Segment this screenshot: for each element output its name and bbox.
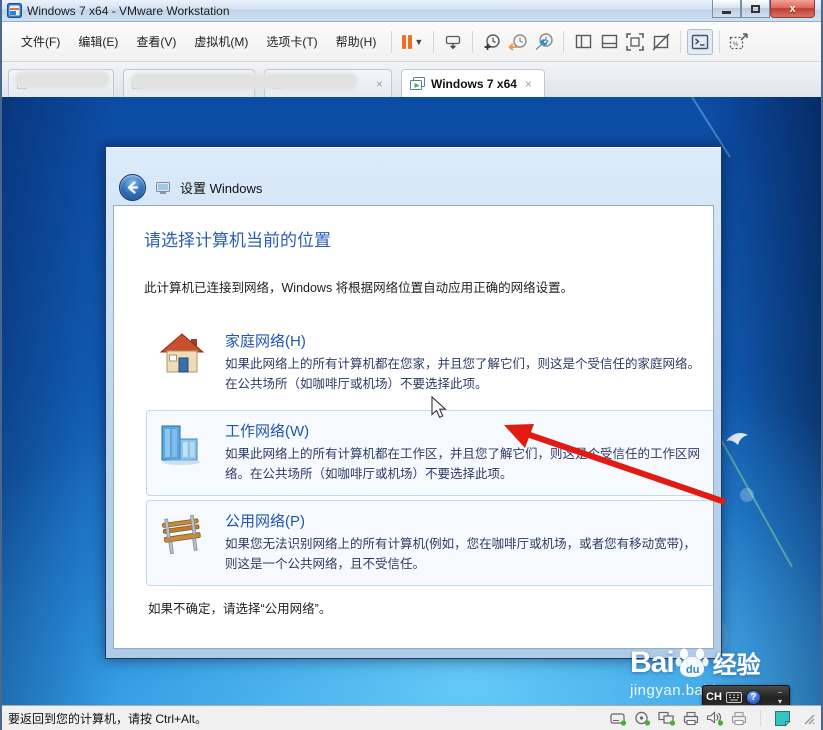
console-view-icon <box>692 34 709 49</box>
free-stretch-icon: % <box>730 32 748 49</box>
vm-running-icon <box>410 76 425 90</box>
toolbar-separator <box>719 30 721 53</box>
snapshot-manager-icon <box>535 32 553 50</box>
svg-text:du: du <box>686 664 699 676</box>
langbar-minimize-button[interactable]: − <box>774 688 786 697</box>
option-home-network[interactable]: 家庭网络(H) 如果此网络上的所有计算机都在您家，并且您了解它们，则这是个受信任… <box>146 320 713 406</box>
revert-snapshot-icon <box>508 33 527 51</box>
vmware-window: Windows 7 x64 - VMware Workstation x 文件(… <box>0 0 823 730</box>
toolbar-separator <box>563 30 565 53</box>
tab-bar: × Windows 7 x64 × <box>2 62 821 97</box>
ctrl-alt-del-icon <box>446 35 461 49</box>
back-arrow-icon <box>127 181 139 194</box>
page-title: 请选择计算机当前的位置 <box>144 231 331 250</box>
footnote-text: 如果不确定，请选择“公用网络”。 <box>148 602 332 616</box>
intro-text: 此计算机已连接到网络，Windows 将根据网络位置自动应用正确的网络设置。 <box>144 281 574 295</box>
statusbar-separator <box>760 710 761 726</box>
vmware-app-icon <box>7 3 22 18</box>
ime-help-button[interactable]: ? <box>745 689 761 705</box>
dialog-title: 设置 Windows <box>180 181 263 196</box>
option-description: 如果此网络上的所有计算机都在您家，并且您了解它们，则这是个受信任的家庭网络。在公… <box>225 357 701 391</box>
office-buildings-icon <box>161 425 200 465</box>
network-adapter-icon[interactable] <box>658 711 676 726</box>
revert-snapshot-button[interactable] <box>505 29 531 55</box>
console-view-button[interactable] <box>687 28 714 55</box>
pause-icon <box>408 34 413 49</box>
toolbar-separator <box>391 30 393 53</box>
option-description: 如果您无法识别网络上的所有计算机(例如，您在咖啡厅或机场，或者您有移动宽带)，则… <box>225 537 696 571</box>
pause-icon <box>402 34 407 49</box>
language-bar[interactable]: CH ? − ▾ <box>702 685 790 705</box>
setup-windows-icon <box>156 181 170 194</box>
resize-grip[interactable] <box>801 711 815 725</box>
free-stretch-button[interactable]: % <box>726 29 752 55</box>
message-note-icon[interactable] <box>774 710 791 727</box>
menu-edit[interactable]: 编辑(E) <box>69 28 127 55</box>
vm-console-screen[interactable]: 设置 Windows 请选择计算机当前的位置 此计算机已连接到网络，Window… <box>2 97 821 705</box>
unity-mode-button[interactable] <box>648 29 674 55</box>
setup-windows-dialog: 设置 Windows 请选择计算机当前的位置 此计算机已连接到网络，Window… <box>105 146 722 659</box>
take-snapshot-icon <box>484 33 500 50</box>
hard-disk-icon[interactable] <box>610 711 627 726</box>
toolbar-separator <box>680 30 682 53</box>
house-icon <box>159 333 205 373</box>
printer-icon[interactable] <box>683 711 699 726</box>
menu-help[interactable]: 帮助(H) <box>327 28 386 55</box>
minimize-button[interactable] <box>712 0 741 18</box>
show-thumbnail-bar-button[interactable] <box>596 29 622 55</box>
toolbar-separator <box>433 30 435 53</box>
title-bar: Windows 7 x64 - VMware Workstation x <box>2 0 821 22</box>
dropdown-caret-icon: ▼ <box>414 36 424 47</box>
back-button[interactable] <box>119 174 146 201</box>
fullscreen-icon <box>626 32 645 51</box>
svg-text:%: % <box>733 42 739 48</box>
snapshot-manager-button[interactable] <box>531 29 557 55</box>
status-message: 要返回到您的计算机，请按 Ctrl+Alt。 <box>8 711 208 726</box>
close-tab-icon[interactable]: × <box>525 77 532 91</box>
status-bar: 要返回到您的计算机，请按 Ctrl+Alt。 <box>2 705 821 730</box>
langbar-options-button[interactable]: ▾ <box>774 697 786 705</box>
menu-vm[interactable]: 虚拟机(M) <box>185 28 257 55</box>
close-tab-icon[interactable]: × <box>376 77 383 91</box>
option-description: 如果此网络上的所有计算机都在工作区，并且您了解它们，则这是个受信任的工作区网络。… <box>225 447 701 481</box>
menu-file[interactable]: 文件(F) <box>12 28 69 55</box>
keyboard-icon[interactable] <box>725 691 742 703</box>
thumbnail-bar-icon <box>601 34 617 49</box>
language-indicator[interactable]: CH <box>706 691 722 703</box>
option-public-network[interactable]: 公用网络(P) 如果您无法识别网络上的所有计算机(例如，您在咖啡厅或机场，或者您… <box>146 500 713 586</box>
watermark-brand: Bai <box>630 646 675 679</box>
toolbar-separator <box>472 30 474 53</box>
ctrl-alt-del-button[interactable] <box>440 29 466 55</box>
option-label: 公用网络(P) <box>225 513 305 530</box>
sound-icon[interactable] <box>706 710 724 726</box>
tab-label: Windows 7 x64 <box>431 76 517 91</box>
fullscreen-button[interactable] <box>622 29 648 55</box>
maximize-icon <box>751 4 760 13</box>
menu-toolbar: 文件(F) 编辑(E) 查看(V) 虚拟机(M) 选项卡(T) 帮助(H) ▼ <box>2 22 821 62</box>
close-button[interactable]: x <box>770 0 815 18</box>
option-label: 家庭网络(H) <box>225 333 306 350</box>
censor-blur <box>130 73 358 90</box>
option-label: 工作网络(W) <box>225 423 310 440</box>
baidu-paw-icon: du <box>675 648 709 677</box>
window-title: Windows 7 x64 - VMware Workstation <box>27 3 230 18</box>
menu-view[interactable]: 查看(V) <box>127 28 185 55</box>
take-snapshot-button[interactable] <box>479 29 505 55</box>
dialog-body: 请选择计算机当前的位置 此计算机已连接到网络，Windows 将根据网络位置自动… <box>113 205 714 649</box>
watermark-suffix: 经验 <box>712 652 761 679</box>
park-bench-icon <box>162 514 201 555</box>
library-panel-icon <box>575 34 591 49</box>
option-work-network[interactable]: 工作网络(W) 如果此网络上的所有计算机都在工作区，并且您了解它们，则这是个受信… <box>146 410 713 496</box>
unity-mode-icon <box>652 32 670 51</box>
cd-drive-icon[interactable] <box>634 711 651 726</box>
pause-vm-button[interactable]: ▼ <box>398 29 427 55</box>
maximize-button[interactable] <box>741 0 770 18</box>
virtual-printer-icon[interactable] <box>731 711 747 726</box>
menu-tabs[interactable]: 选项卡(T) <box>257 28 326 55</box>
minimize-icon <box>722 10 731 14</box>
close-icon: x <box>789 2 796 15</box>
censor-blur <box>14 71 110 88</box>
show-library-button[interactable] <box>570 29 596 55</box>
vm-tab-windows7[interactable]: Windows 7 x64 × <box>401 69 545 97</box>
